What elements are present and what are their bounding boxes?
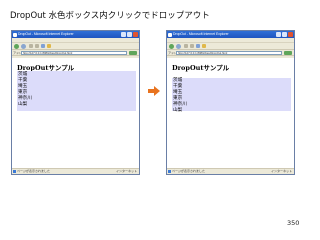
back-icon[interactable] bbox=[169, 44, 174, 49]
window-title: DropOut - Microsoft Internet Explorer bbox=[173, 32, 229, 36]
refresh-icon[interactable] bbox=[190, 44, 194, 48]
list-item[interactable]: 山梨 bbox=[18, 102, 32, 108]
stop-icon[interactable] bbox=[29, 44, 33, 48]
address-input[interactable]: http://127.0.0.1:8080/Ajax/DropOut.html bbox=[21, 51, 127, 55]
close-button[interactable] bbox=[133, 32, 138, 37]
prefecture-list: 茨城 千葉 埼玉 東京 神奈川 山梨 bbox=[18, 72, 32, 108]
list-item[interactable]: 山梨 bbox=[173, 108, 187, 114]
status-bar: ページが表示されました インターネット bbox=[167, 168, 294, 174]
go-button[interactable] bbox=[129, 51, 137, 55]
forward-icon[interactable] bbox=[21, 44, 26, 49]
address-input[interactable]: http://127.0.0.1:8080/Ajax/DropOut.html bbox=[176, 51, 282, 55]
toolbar bbox=[12, 43, 139, 50]
refresh-icon[interactable] bbox=[35, 44, 39, 48]
minimize-button[interactable] bbox=[121, 32, 126, 37]
page-content: DropOutサンプル 茨城 千葉 埼玉 東京 神奈川 山梨 bbox=[167, 58, 294, 168]
maximize-button[interactable] bbox=[127, 32, 132, 37]
maximize-button[interactable] bbox=[282, 32, 287, 37]
status-text: ページが表示されました bbox=[17, 169, 50, 173]
toolbar bbox=[167, 43, 294, 50]
favorites-icon[interactable] bbox=[47, 44, 51, 48]
favorites-icon[interactable] bbox=[202, 44, 206, 48]
browser-window-before: DropOut - Microsoft Internet Explorer ファ… bbox=[11, 30, 140, 175]
security-zone: インターネット bbox=[270, 169, 292, 173]
window-title: DropOut - Microsoft Internet Explorer bbox=[18, 32, 74, 36]
back-icon[interactable] bbox=[14, 44, 19, 49]
page-status-icon bbox=[13, 170, 16, 173]
ie-icon bbox=[13, 32, 17, 37]
page-heading: DropOutサンプル bbox=[172, 64, 230, 72]
home-icon[interactable] bbox=[41, 44, 45, 48]
drop-box[interactable] bbox=[17, 71, 136, 111]
go-button[interactable] bbox=[284, 51, 292, 55]
address-bar: アドレス(D) http://127.0.0.1:8080/Ajax/DropO… bbox=[167, 50, 294, 56]
browser-window-after: DropOut - Microsoft Internet Explorer ファ… bbox=[166, 30, 295, 175]
home-icon[interactable] bbox=[196, 44, 200, 48]
page-number: 350 bbox=[287, 219, 300, 227]
arrow-right-icon bbox=[148, 86, 160, 96]
status-text: ページが表示されました bbox=[172, 169, 205, 173]
title-bar: DropOut - Microsoft Internet Explorer bbox=[12, 31, 139, 38]
ie-icon bbox=[168, 32, 172, 37]
prefecture-list: 茨城 千葉 埼玉 東京 神奈川 山梨 bbox=[173, 78, 187, 114]
drop-box[interactable] bbox=[172, 78, 291, 111]
security-zone: インターネット bbox=[115, 169, 137, 173]
page-status-icon bbox=[168, 170, 171, 173]
slide-title: DropOut 水色ボックス内クリックでドロップアウト bbox=[10, 11, 210, 21]
status-bar: ページが表示されました インターネット bbox=[12, 168, 139, 174]
stop-icon[interactable] bbox=[184, 44, 188, 48]
title-bar: DropOut - Microsoft Internet Explorer bbox=[167, 31, 294, 38]
close-button[interactable] bbox=[288, 32, 293, 37]
address-bar: アドレス(D) http://127.0.0.1:8080/Ajax/DropO… bbox=[12, 50, 139, 56]
forward-icon[interactable] bbox=[176, 44, 181, 49]
page-content: DropOutサンプル 茨城 千葉 埼玉 東京 神奈川 山梨 bbox=[12, 58, 139, 168]
minimize-button[interactable] bbox=[276, 32, 281, 37]
